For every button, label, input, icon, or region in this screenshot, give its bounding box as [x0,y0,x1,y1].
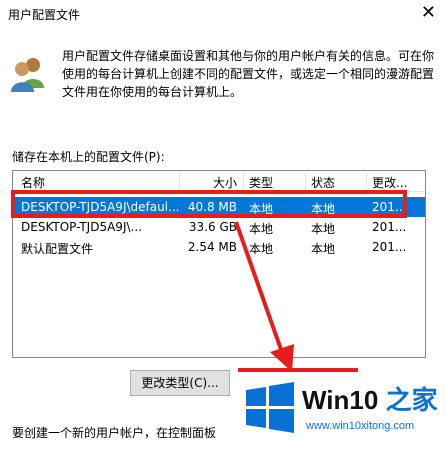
watermark-brand-suffix: 之家 [385,385,438,415]
watermark-url: www.win10xitong.com [306,420,415,432]
windows-logo-icon [246,382,294,433]
bottom-note: 要创建一个新的用户帐户，在控制面板 [12,426,217,440]
change-type-button[interactable]: 更改类型(C)... [130,370,230,396]
watermark: Win10 之家 www.win10xitong.com [234,372,446,452]
watermark-brand-prefix: Win10 [302,385,386,415]
watermark-brand: Win10 之家 [302,380,438,417]
